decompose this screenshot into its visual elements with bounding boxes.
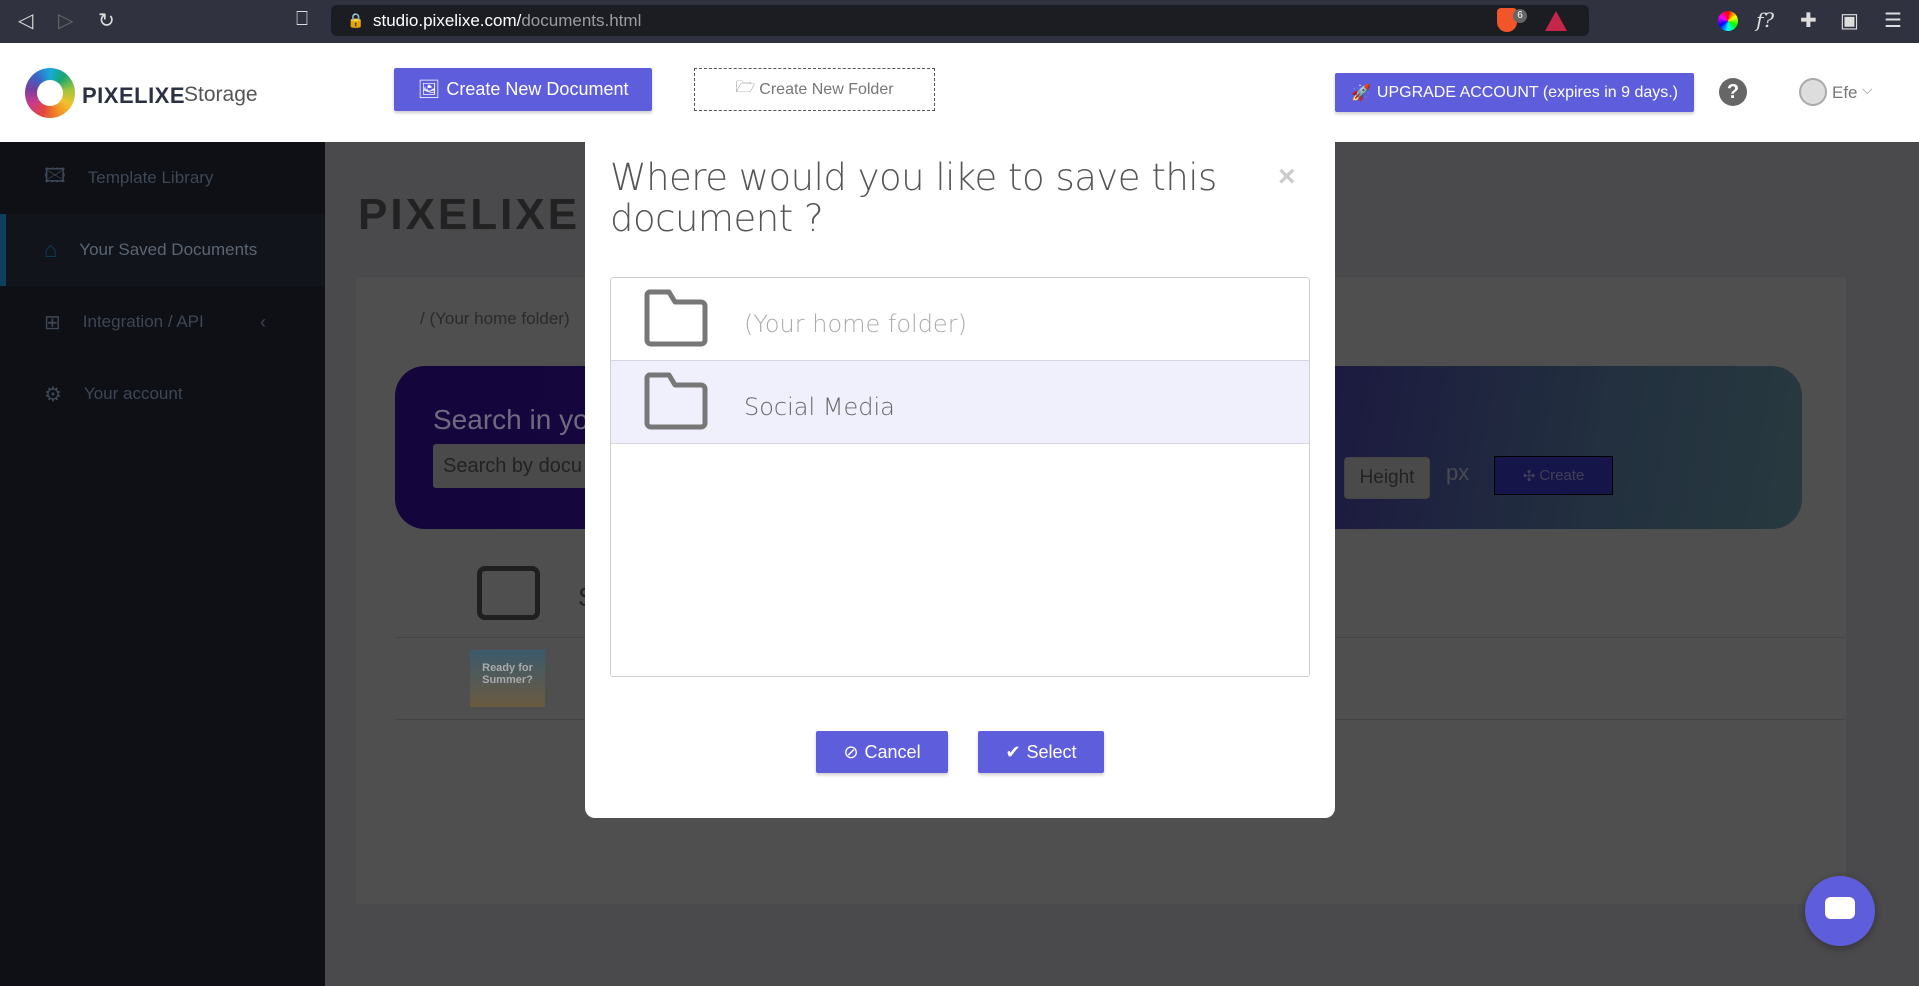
sidebar-item-label: Your Saved Documents xyxy=(79,240,258,259)
browser-toolbar: ◁ ▷ ↻ ⎕ 🔒 studio.pixelixe.com/documents.… xyxy=(0,0,1919,43)
images-icon: 🖾 xyxy=(44,165,66,187)
menu-icon[interactable]: ☰ xyxy=(1884,8,1902,33)
folder-label: Social Media xyxy=(744,393,895,421)
search-title: Search in yo xyxy=(433,404,589,435)
sidebar-item-template-library[interactable]: 🖾 Template Library xyxy=(0,142,325,214)
sidebar-item-your-account[interactable]: ⚙ Your account xyxy=(0,358,325,430)
thumbnail-text: Ready for Summer? xyxy=(482,662,533,686)
sitemap-icon: ⊞ xyxy=(44,311,61,334)
cancel-label: Cancel xyxy=(864,741,921,762)
create-label: Create xyxy=(1539,467,1585,484)
sidebar-item-label: Template Library xyxy=(87,168,214,187)
user-name[interactable]: Efe xyxy=(1832,83,1858,103)
folder-item-social-media[interactable]: Social Media xyxy=(611,361,1309,444)
app-header: PIXELIXE Storage 🖼 Create New Document 🗁 C… xyxy=(0,43,1919,142)
lock-icon: 🔒 xyxy=(347,12,365,28)
document-thumbnail[interactable]: Ready for Summer? xyxy=(470,650,545,707)
help-icon[interactable]: ? xyxy=(1719,78,1747,106)
save-location-modal: Where would you like to save this docume… xyxy=(585,142,1335,818)
chevron-down-icon[interactable]: ⌵ xyxy=(1862,81,1873,98)
expand-icon: ✣ xyxy=(1522,467,1536,485)
image-icon: 🖼 xyxy=(417,79,441,99)
select-button[interactable]: ✔ Select xyxy=(978,731,1104,773)
sidebar-item-label: Integration / API xyxy=(82,312,204,331)
upgrade-account-label: UPGRADE ACCOUNT (expires in 9 days.) xyxy=(1376,83,1679,101)
brand-name: PIXELIXE xyxy=(82,83,186,108)
chat-button[interactable] xyxy=(1805,876,1875,946)
shield-count-badge: 6 xyxy=(1513,9,1527,23)
pixelixe-logo-text: PIXELIXE xyxy=(358,190,581,239)
url-host: studio.pixelixe.com/ xyxy=(373,11,522,30)
brave-rewards-icon[interactable] xyxy=(1545,11,1567,31)
forward-icon[interactable]: ▷ xyxy=(58,8,73,33)
wallet-icon[interactable]: ▣ xyxy=(1840,8,1859,33)
reload-icon[interactable]: ↻ xyxy=(98,8,115,33)
height-input[interactable]: Height xyxy=(1344,457,1430,499)
back-icon[interactable]: ◁ xyxy=(18,8,33,33)
folder-label: (Your home folder) xyxy=(744,310,967,338)
folder-icon xyxy=(644,289,708,347)
folder-icon xyxy=(644,372,708,430)
user-avatar[interactable] xyxy=(1799,78,1827,106)
rocket-icon: 🚀 xyxy=(1350,84,1371,102)
select-label: Select xyxy=(1026,741,1077,762)
folder-item-home[interactable]: (Your home folder) xyxy=(611,278,1309,361)
url-path: documents.html xyxy=(521,11,642,30)
cancel-button[interactable]: ⊘ Cancel xyxy=(816,731,948,773)
search-input[interactable]: Search by docu xyxy=(433,444,593,488)
check-circle-icon: ✔ xyxy=(1005,741,1021,762)
create-custom-size-button[interactable]: ✣ Create xyxy=(1494,456,1613,495)
gear-icon: ⚙ xyxy=(44,383,62,406)
brand-suffix: Storage xyxy=(184,83,258,106)
chevron-left-icon[interactable]: ‹ xyxy=(260,312,266,333)
create-new-folder-label: Create New Folder xyxy=(759,80,894,98)
folder-icon[interactable] xyxy=(477,566,540,620)
extensions-puzzle-icon[interactable]: ✚ xyxy=(1800,8,1817,33)
color-picker-extension-icon[interactable] xyxy=(1718,11,1738,31)
search-placeholder: Search by docu xyxy=(443,455,582,477)
close-icon[interactable]: × xyxy=(1278,160,1296,194)
home-icon: ⌂ xyxy=(44,237,58,262)
create-new-document-label: Create New Document xyxy=(446,79,629,99)
folder-open-icon: 🗁 xyxy=(735,79,756,96)
sidebar-item-label: Your account xyxy=(83,384,183,403)
sidebar-item-saved-documents[interactable]: ⌂ Your Saved Documents xyxy=(0,214,325,286)
folder-list: (Your home folder) Social Media xyxy=(610,277,1310,677)
bookmark-icon[interactable]: ⎕ xyxy=(296,8,308,31)
sidebar-item-integration-api[interactable]: ⊞ Integration / API ‹ xyxy=(0,286,325,358)
address-bar[interactable]: 🔒 studio.pixelixe.com/documents.html 6 xyxy=(331,5,1589,36)
modal-title: Where would you like to save this docume… xyxy=(610,156,1217,240)
font-extension-icon[interactable]: f? xyxy=(1756,8,1774,32)
sidebar: 🖾 Template Library ⌂ Your Saved Documents … xyxy=(0,142,325,986)
ban-icon: ⊘ xyxy=(843,741,859,762)
chat-icon xyxy=(1825,897,1855,919)
pixelixe-logo-icon[interactable] xyxy=(25,68,75,118)
upgrade-account-button[interactable]: 🚀 UPGRADE ACCOUNT (expires in 9 days.) xyxy=(1335,73,1694,112)
breadcrumb[interactable]: / (Your home folder) xyxy=(420,309,570,329)
px-unit: px xyxy=(1446,460,1470,485)
create-new-folder-button[interactable]: 🗁 Create New Folder xyxy=(694,68,935,111)
create-new-document-button[interactable]: 🖼 Create New Document xyxy=(394,68,652,111)
height-placeholder: Height xyxy=(1359,467,1415,488)
